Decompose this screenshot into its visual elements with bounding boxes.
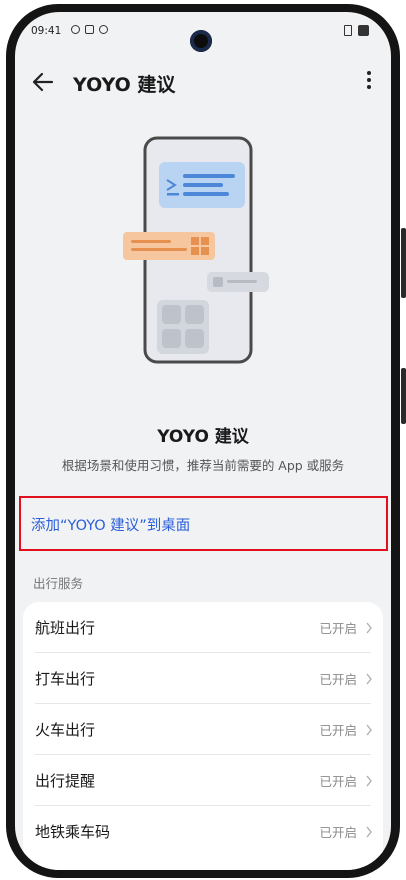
list-item-status: 已开启 xyxy=(319,723,357,738)
app-header: YOYO 建议 xyxy=(15,62,391,102)
list-item-flight[interactable]: 航班出行 已开启 xyxy=(23,602,383,653)
more-vertical-icon[interactable] xyxy=(365,68,373,96)
status-icons-left xyxy=(71,25,108,34)
intro-title: YOYO 建议 xyxy=(157,427,249,447)
list-item-travel-reminder[interactable]: 出行提醒 已开启 xyxy=(23,755,383,806)
status-bar: 09:41 xyxy=(15,12,391,52)
chevron-right-icon xyxy=(366,622,372,633)
sim-icon xyxy=(344,25,352,36)
status-icons-right xyxy=(344,25,369,36)
status-time: 09:41 xyxy=(31,25,62,37)
mail-icon xyxy=(85,25,94,34)
chevron-right-icon xyxy=(366,673,372,684)
list-item-status: 已开启 xyxy=(319,621,357,636)
list-item-taxi[interactable]: 打车出行 已开启 xyxy=(23,653,383,704)
add-to-desktop-link[interactable]: 添加“YOYO 建议”到桌面 xyxy=(15,497,391,551)
yoyo-illustration xyxy=(123,136,269,364)
list-item-status: 已开启 xyxy=(319,774,357,789)
list-item-train[interactable]: 火车出行 已开启 xyxy=(23,704,383,755)
page-title: YOYO 建议 xyxy=(73,74,176,96)
screen-record-icon xyxy=(71,25,80,34)
section-label: 出行服务 xyxy=(33,576,84,591)
chevron-right-icon xyxy=(366,826,372,837)
list-item-label: 出行提醒 xyxy=(35,772,96,790)
power-button xyxy=(401,368,406,424)
list-item-metro-code[interactable]: 地铁乘车码 已开启 xyxy=(23,806,383,857)
list-item-label: 火车出行 xyxy=(35,721,96,739)
intro-description: 根据场景和使用习惯，推荐当前需要的 App 或服务 xyxy=(61,458,345,473)
list-item-status: 已开启 xyxy=(319,672,357,687)
front-camera xyxy=(190,30,212,52)
list-item-status: 已开启 xyxy=(319,825,357,840)
add-to-desktop-label: 添加“YOYO 建议”到桌面 xyxy=(31,517,191,534)
list-item-label: 航班出行 xyxy=(35,619,96,637)
volume-button xyxy=(401,228,406,298)
list-item-label: 地铁乘车码 xyxy=(35,823,111,841)
list-item-label: 打车出行 xyxy=(35,670,96,688)
chevron-right-icon xyxy=(366,775,372,786)
travel-services-card: 航班出行 已开启 打车出行 已开启 火车出行 已开启 出行提醒 已开启 地铁乘车… xyxy=(23,602,383,870)
upload-icon xyxy=(99,25,108,34)
phone-screen: 09:41 YOYO 建议 YOYO 建议 根据场景和使用习惯，推荐当前需要的 … xyxy=(15,12,391,870)
back-arrow-icon[interactable] xyxy=(29,68,57,96)
battery-icon xyxy=(358,25,369,36)
chevron-right-icon xyxy=(366,724,372,735)
